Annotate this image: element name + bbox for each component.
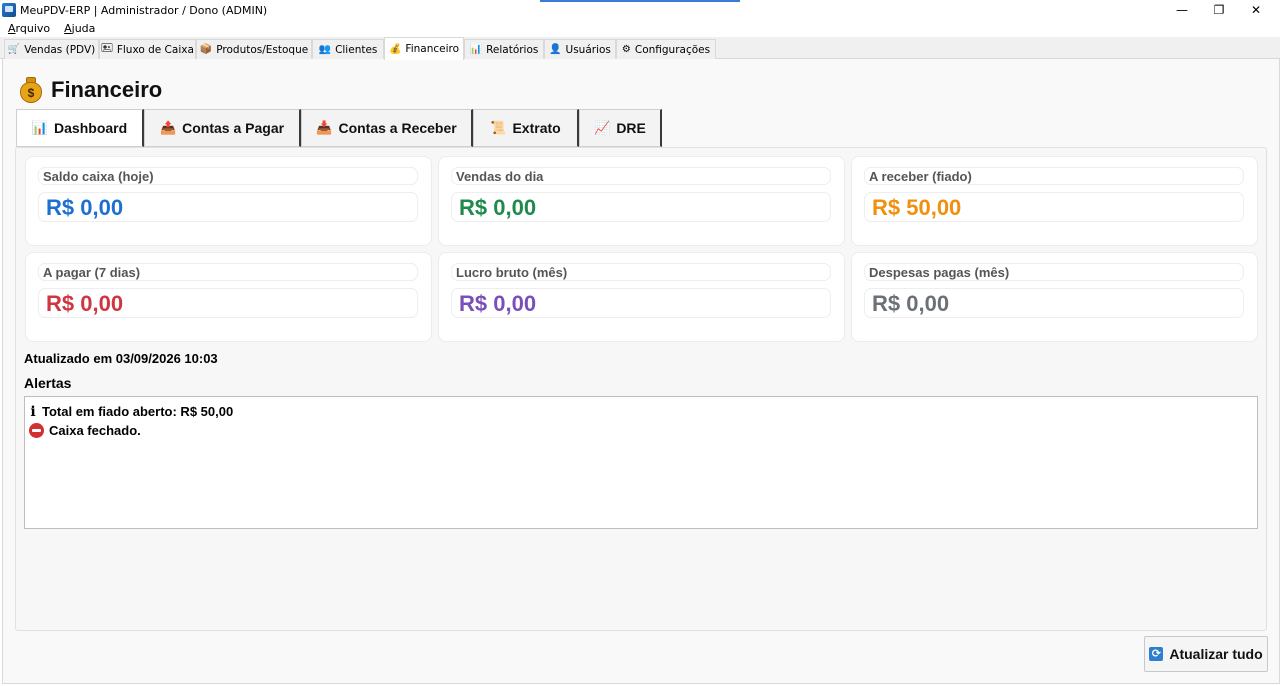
menu-ajuda[interactable]: Ajuda bbox=[56, 22, 101, 35]
subtab-contas-a-receber[interactable]: 📥 Contas a Receber bbox=[301, 109, 473, 147]
alert-item: i Total em fiado aberto: R$ 50,00 bbox=[30, 403, 234, 420]
subtab-dre[interactable]: 📈 DRE bbox=[579, 109, 662, 147]
alerts-title: Alertas bbox=[24, 375, 72, 391]
card-label: A pagar (7 dias) bbox=[38, 263, 418, 281]
user-icon: 👤 bbox=[549, 44, 562, 55]
scroll-icon: 📜 bbox=[490, 120, 507, 135]
info-icon: i bbox=[30, 403, 36, 420]
card-value: R$ 0,00 bbox=[451, 288, 831, 318]
inbox-tray-icon: 📥 bbox=[316, 120, 333, 135]
menu-bar: Arquivo Ajuda bbox=[0, 20, 1280, 37]
tab-clientes[interactable]: 👥 Clientes bbox=[312, 39, 384, 59]
card-value: R$ 0,00 bbox=[451, 192, 831, 222]
alerts-list[interactable]: i Total em fiado aberto: R$ 50,00 Caixa … bbox=[24, 396, 1258, 529]
page-title: Financeiro bbox=[51, 77, 163, 102]
card-lucro-bruto: Lucro bruto (mês) R$ 0,00 bbox=[438, 252, 845, 342]
tab-relatorios[interactable]: 📊 Relatórios bbox=[464, 39, 544, 59]
tab-produtos-estoque[interactable]: 📦 Produtos/Estoque bbox=[196, 39, 312, 59]
subtab-dashboard[interactable]: 📊 Dashboard bbox=[16, 109, 144, 147]
close-button[interactable]: ✕ bbox=[1238, 0, 1274, 20]
package-icon: 📦 bbox=[199, 44, 213, 55]
cart-icon: 🛒 bbox=[7, 44, 21, 55]
tab-usuarios[interactable]: 👤 Usuários bbox=[544, 39, 616, 59]
card-a-pagar: A pagar (7 dias) R$ 0,00 bbox=[25, 252, 432, 342]
card-label: A receber (fiado) bbox=[864, 167, 1244, 185]
financeiro-content: $ Financeiro 📊 Dashboard 📤 Contas a Paga… bbox=[2, 59, 1280, 684]
card-a-receber: A receber (fiado) R$ 50,00 bbox=[851, 156, 1258, 246]
bar-chart-icon: 📊 bbox=[31, 120, 49, 135]
tab-vendas-pdv[interactable]: 🛒 Vendas (PDV) bbox=[4, 39, 99, 59]
tab-financeiro[interactable]: 💰 Financeiro bbox=[384, 37, 464, 60]
card-despesas-pagas: Despesas pagas (mês) R$ 0,00 bbox=[851, 252, 1258, 342]
alert-item: Caixa fechado. bbox=[29, 421, 1253, 440]
card-label: Despesas pagas (mês) bbox=[864, 263, 1244, 281]
money-bag-icon: 💰 bbox=[388, 43, 402, 55]
no-entry-icon bbox=[29, 423, 44, 438]
window-titlebar: MeuPDV-ERP | Administrador / Dono (ADMIN… bbox=[0, 0, 1280, 20]
last-updated-label: Atualizado em 03/09/2026 10:03 bbox=[24, 351, 218, 366]
menu-arquivo[interactable]: Arquivo bbox=[0, 22, 56, 35]
card-value: R$ 50,00 bbox=[864, 192, 1244, 222]
minimize-button[interactable]: — bbox=[1164, 0, 1200, 20]
bar-chart-icon: 📊 bbox=[469, 44, 483, 55]
card-value: R$ 0,00 bbox=[38, 192, 418, 222]
line-chart-icon: 📈 bbox=[594, 120, 611, 135]
gear-icon: ⚙ bbox=[621, 44, 631, 55]
card-label: Lucro bruto (mês) bbox=[451, 263, 831, 281]
tab-configuracoes[interactable]: ⚙ Configurações bbox=[616, 39, 716, 59]
subtab-extrato[interactable]: 📜 Extrato bbox=[473, 109, 579, 147]
card-saldo-caixa: Saldo caixa (hoje) R$ 0,00 bbox=[25, 156, 432, 246]
card-value: R$ 0,00 bbox=[864, 288, 1244, 318]
page-header: $ Financeiro bbox=[19, 77, 162, 103]
outbox-tray-icon: 📤 bbox=[159, 120, 177, 135]
window-title: MeuPDV-ERP | Administrador / Dono (ADMIN… bbox=[20, 3, 268, 17]
dashboard-panel: Saldo caixa (hoje) R$ 0,00 Vendas do dia… bbox=[15, 147, 1267, 631]
card-label: Saldo caixa (hoje) bbox=[38, 167, 418, 185]
main-tab-bar: 🛒 Vendas (PDV) 🖭 Fluxo de Caixa 📦 Produt… bbox=[0, 37, 1280, 60]
money-bag-icon: $ bbox=[19, 77, 43, 103]
cash-register-icon: 🖭 bbox=[101, 43, 113, 54]
card-value: R$ 0,00 bbox=[38, 288, 418, 318]
card-vendas-do-dia: Vendas do dia R$ 0,00 bbox=[438, 156, 845, 246]
card-label: Vendas do dia bbox=[451, 167, 831, 185]
maximize-button[interactable]: ❐ bbox=[1201, 0, 1237, 20]
refresh-all-button[interactable]: ⟳ Atualizar tudo bbox=[1144, 636, 1268, 672]
titlebar-accent bbox=[540, 0, 740, 2]
tab-fluxo-de-caixa[interactable]: 🖭 Fluxo de Caixa bbox=[99, 39, 196, 59]
app-icon bbox=[2, 3, 16, 17]
refresh-icon: ⟳ bbox=[1149, 647, 1164, 661]
subtab-contas-a-pagar[interactable]: 📤 Contas a Pagar bbox=[144, 109, 301, 147]
users-icon: 👥 bbox=[318, 44, 332, 55]
